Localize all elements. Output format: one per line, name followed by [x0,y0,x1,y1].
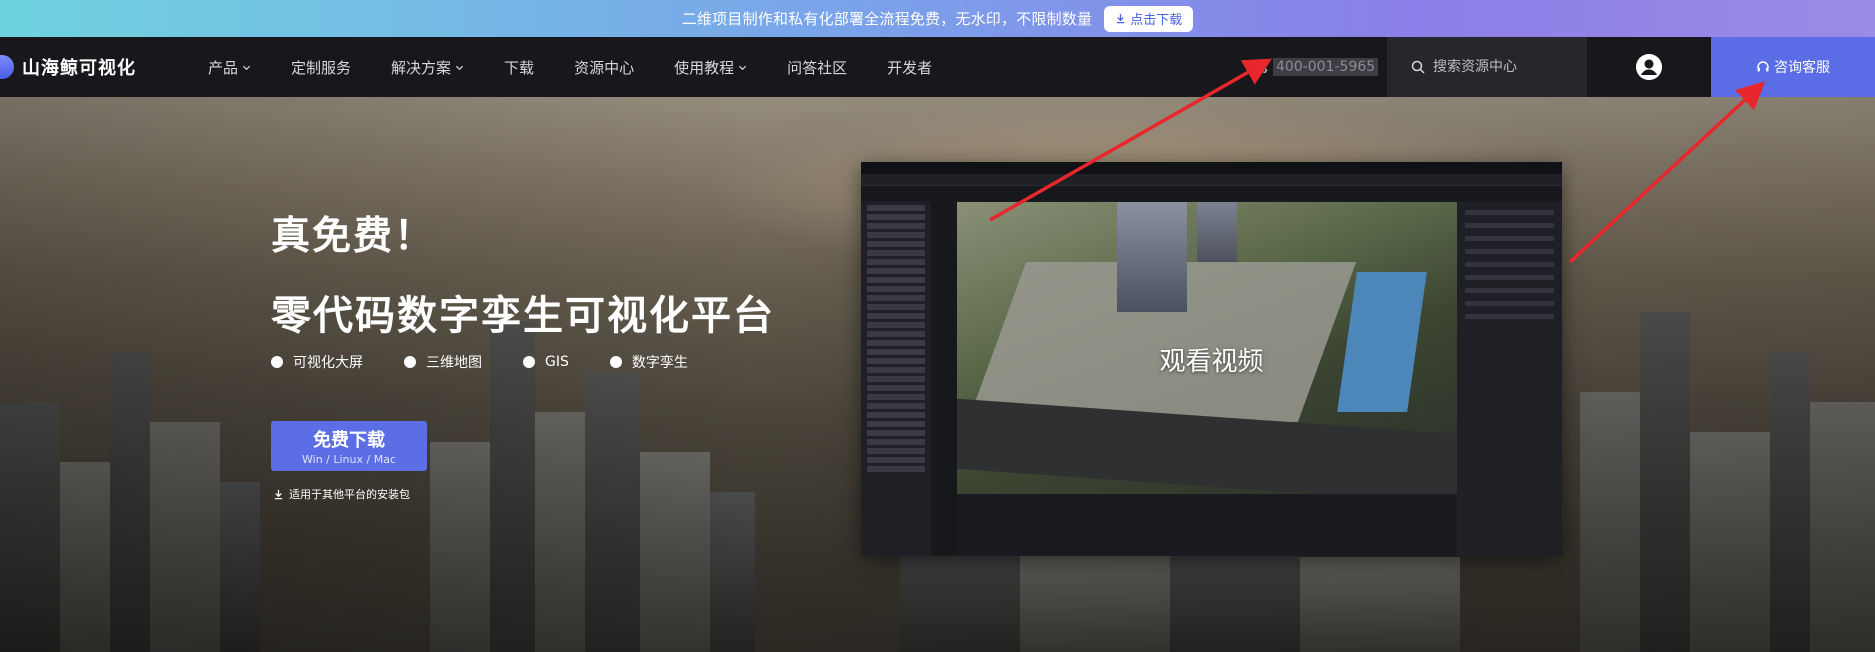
hero-title: 真免费！ [271,214,436,259]
other-platforms-label: 适用于其他平台的安装包 [289,488,410,501]
feature-tag: 可视化大屏 [271,352,363,372]
nav-item-5[interactable]: 使用教程 [674,57,747,78]
feature-tags: 可视化大屏 三维地图 GIS 数字孪生 [271,352,729,372]
promo-download-button[interactable]: 点击下载 [1104,5,1194,32]
headset-icon [1757,61,1769,72]
nav-item-label: 下载 [504,58,535,77]
feature-tag: GIS [523,352,569,372]
logo-text: 山海鲸可视化 [22,58,136,79]
nav-item-6[interactable]: 问答社区 [787,57,847,78]
bullet-dot-icon [523,356,535,368]
user-icon [1636,54,1662,80]
chevron-down-icon [739,65,747,70]
feature-tag-label: 数字孪生 [631,355,688,371]
search-input[interactable] [1433,59,1583,75]
hero-subtitle: 零代码数字孪生可视化平台 [271,293,775,339]
nav-item-label: 使用教程 [674,58,735,77]
nav-item-7[interactable]: 开发者 [887,57,932,78]
nav-item-4[interactable]: 资源中心 [574,57,634,78]
phone-contact[interactable]: 400-001-5965 [1254,37,1379,97]
search-icon [1411,60,1425,74]
feature-tag-label: GIS [545,354,569,370]
nav-item-label: 开发者 [887,58,933,77]
user-avatar[interactable] [1636,54,1662,80]
bullet-dot-icon [404,356,416,368]
consult-label: 咨询客服 [1774,60,1830,76]
nav-item-3[interactable]: 下载 [504,57,534,78]
feature-tag: 数字孪生 [609,352,688,372]
download-icon [274,489,283,499]
promo-banner: 二维项目制作和私有化部署全流程免费，无水印，不限制数量 点击下载 [0,0,1875,37]
bullet-dot-icon [609,356,622,368]
nav-item-0[interactable]: 产品 [208,57,251,78]
main-menu: 产品 定制服务 解决方案 下载 资源中心 使用教程 问答社区 开发者 [208,37,972,97]
nav-item-1[interactable]: 定制服务 [291,57,351,78]
video-preview[interactable]: 观看视频 [861,162,1562,556]
feature-tag-label: 三维地图 [426,355,482,371]
promo-download-label: 点击下载 [1130,13,1183,28]
cta-platforms: Win / Linux / Mac [302,453,396,466]
phone-icon [1255,60,1268,73]
feature-tag: 三维地图 [404,352,482,372]
nav-item-label: 定制服务 [291,58,352,77]
bullet-dot-icon [271,356,283,368]
nav-item-label: 问答社区 [787,58,848,77]
phone-number: 400-001-5965 [1273,58,1379,76]
nav-item-label: 产品 [208,58,239,77]
logo[interactable]: 山海鲸可视化 [0,37,136,97]
watch-video-label: 观看视频 [1159,346,1264,377]
search-box[interactable] [1387,37,1587,97]
other-platforms-link[interactable]: 适用于其他平台的安装包 [273,486,410,502]
promo-text: 二维项目制作和私有化部署全流程免费，无水印，不限制数量 [681,10,1093,28]
download-icon [1117,13,1125,24]
cta-main-label: 免费下载 [313,430,385,451]
feature-tag-label: 可视化大屏 [293,355,363,371]
chevron-down-icon [455,65,464,70]
nav-item-label: 资源中心 [574,58,635,77]
nav-item-label: 解决方案 [391,58,452,77]
free-download-button[interactable]: 免费下载 Win / Linux / Mac [271,421,427,471]
consult-service-button[interactable]: 咨询客服 [1711,37,1875,97]
chevron-down-icon [242,65,251,70]
nav-item-2[interactable]: 解决方案 [391,57,464,78]
whale-logo-icon [0,55,14,79]
hero-section: 真免费！ 零代码数字孪生可视化平台 可视化大屏 三维地图 GIS 数字孪生 免费下载 … [0,97,1875,652]
top-nav: 山海鲸可视化 产品 定制服务 解决方案 下载 资源中心 使用教程 问答社区 开发者 400-0… [0,37,1875,97]
